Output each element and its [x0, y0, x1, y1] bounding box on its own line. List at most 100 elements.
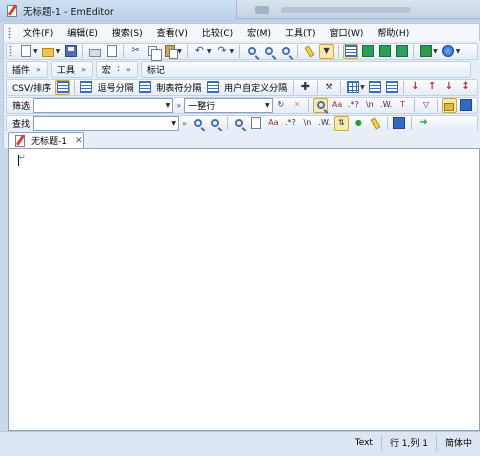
markers-label[interactable]: 标记 — [144, 63, 168, 76]
redo-button[interactable]: ↷ — [215, 44, 230, 59]
menu-edit[interactable]: 编辑(E) — [60, 26, 105, 39]
sort-numeric-asc-button[interactable]: ↓ — [442, 80, 457, 95]
paste-dropdown-icon[interactable]: ▼ — [177, 48, 182, 55]
columns-dropdown-icon[interactable]: ▼ — [360, 84, 365, 91]
sort-tool-button[interactable]: ⚒ — [322, 80, 337, 95]
menu-view[interactable]: 查看(V) — [150, 26, 195, 39]
plugins-overflow-chevron-icon[interactable]: » — [36, 65, 41, 74]
find-highlight-button[interactable]: ● — [351, 116, 366, 131]
filter-escape-button[interactable]: \n — [363, 98, 377, 113]
find-wrap-button[interactable]: ⇅ — [333, 115, 349, 131]
status-encoding[interactable]: 简体中 — [435, 434, 480, 451]
plugins-label[interactable]: 插件 — [9, 63, 33, 76]
filter-options-chevron-icon[interactable]: » — [176, 101, 181, 110]
sync-scroll-button[interactable] — [394, 44, 409, 59]
close-tab-icon[interactable]: ✕ — [75, 136, 83, 146]
macro-overflow-chevron-icon[interactable]: » — [126, 65, 131, 74]
csv-mode-button[interactable] — [343, 43, 359, 59]
new-file-button[interactable] — [18, 44, 33, 59]
find-previous-button[interactable] — [278, 44, 293, 59]
paste-button[interactable] — [162, 44, 178, 59]
print-button[interactable] — [87, 44, 102, 59]
find-button[interactable] — [244, 44, 259, 59]
filter-search-button[interactable] — [313, 97, 328, 113]
cut-button[interactable]: ✂ — [128, 44, 143, 59]
find-batch-button[interactable] — [392, 116, 407, 131]
filter-mode-dropdown-icon[interactable]: ▼ — [265, 102, 270, 109]
toolbar-grip-icon[interactable] — [9, 45, 12, 57]
compare-button[interactable] — [377, 44, 392, 59]
encoding-button[interactable] — [418, 44, 433, 59]
document-tab[interactable]: 无标题-1 ✕ — [8, 132, 84, 148]
menu-macros[interactable]: 宏(M) — [240, 26, 278, 39]
macro-label[interactable]: 宏 — [99, 63, 114, 76]
new-file-dropdown-icon[interactable]: ▼ — [33, 48, 38, 55]
undo-button[interactable]: ↶ — [192, 44, 207, 59]
find-next-toolbar-button[interactable] — [191, 116, 206, 131]
add-column-button[interactable]: ✚ — [298, 80, 313, 95]
undo-dropdown-icon[interactable]: ▼ — [207, 48, 212, 55]
find-input-dropdown-icon[interactable]: ▼ — [171, 120, 176, 127]
web-button[interactable] — [441, 44, 456, 59]
find-search-button[interactable] — [232, 116, 247, 131]
filter-match-case-button[interactable]: Aa — [330, 98, 344, 113]
menu-help[interactable]: 帮助(H) — [370, 26, 416, 39]
filter-input-dropdown-icon[interactable]: ▼ — [166, 102, 171, 109]
menu-window[interactable]: 窗口(W) — [323, 26, 371, 39]
csv-off-button[interactable] — [55, 79, 70, 95]
open-file-button[interactable] — [41, 44, 56, 59]
csv-sort-label[interactable]: CSV/排序 — [9, 81, 54, 94]
columns-button[interactable] — [345, 80, 360, 95]
filter-apply-button[interactable]: ↻ — [274, 98, 288, 113]
menu-search[interactable]: 搜索(S) — [105, 26, 150, 39]
find-prev-toolbar-button[interactable] — [208, 116, 223, 131]
find-marker-button[interactable] — [368, 116, 383, 131]
column-right-button[interactable] — [384, 80, 399, 95]
web-dropdown-icon[interactable]: ▼ — [456, 48, 461, 55]
find-escape-button[interactable]: \n — [300, 116, 315, 131]
filter-bookmark-button[interactable]: ▽ — [419, 98, 433, 113]
find-match-case-button[interactable]: Aa — [266, 116, 281, 131]
tools-label[interactable]: 工具 — [54, 63, 78, 76]
editor-area[interactable]: ↵ — [8, 148, 480, 431]
filter-clear-button[interactable]: ✕ — [290, 98, 304, 113]
filter-mode-select[interactable]: 一整行 ▼ — [184, 97, 273, 113]
print-preview-button[interactable] — [104, 44, 119, 59]
tab-separated-icon-button[interactable] — [138, 80, 153, 95]
find-go-button[interactable]: ➔ — [416, 116, 431, 131]
sort-numeric-desc-button[interactable]: ↕ — [458, 80, 473, 95]
filter-more-button[interactable] — [459, 98, 473, 113]
filter-lock-button[interactable] — [442, 97, 457, 113]
menubar-grip-icon[interactable] — [8, 26, 11, 39]
find-regex-button[interactable]: .*? — [283, 116, 298, 131]
filter-regex-button[interactable]: .*? — [346, 98, 360, 113]
user-separated-icon-button[interactable] — [205, 80, 220, 95]
tools-overflow-chevron-icon[interactable]: » — [81, 65, 86, 74]
menu-file[interactable]: 文件(F) — [16, 26, 60, 39]
status-position[interactable]: 行 1,列 1 — [380, 434, 436, 451]
status-mode[interactable]: Text — [347, 435, 381, 451]
comma-separated-button[interactable]: 逗号分隔 — [95, 81, 137, 94]
menu-tools[interactable]: 工具(T) — [278, 26, 323, 39]
column-left-button[interactable] — [368, 80, 383, 95]
user-separated-button[interactable]: 用户自定义分隔 — [221, 81, 290, 94]
copy-button[interactable] — [145, 44, 163, 61]
split-window-button[interactable] — [360, 44, 375, 59]
highlight-button[interactable] — [302, 44, 317, 59]
filter-whole-word-button[interactable]: .W. — [379, 98, 393, 113]
filter-toggle-button[interactable]: ▼ — [319, 43, 335, 59]
open-file-dropdown-icon[interactable]: ▼ — [56, 48, 61, 55]
find-options-chevron-icon[interactable]: » — [182, 119, 187, 128]
find-input[interactable]: ▼ — [33, 115, 179, 131]
filter-input[interactable]: ▼ — [33, 97, 174, 113]
tab-separated-button[interactable]: 制表符分隔 — [153, 81, 204, 94]
save-button[interactable] — [63, 44, 78, 59]
comma-separated-icon-button[interactable] — [79, 80, 94, 95]
find-whole-word-button[interactable]: .W. — [317, 116, 332, 131]
sort-descending-button[interactable]: ↑ — [425, 80, 440, 95]
filter-font-button[interactable]: T — [395, 98, 409, 113]
find-next-button[interactable] — [261, 44, 276, 59]
sort-ascending-button[interactable]: ↓ — [408, 80, 423, 95]
menu-compare[interactable]: 比较(C) — [195, 26, 240, 39]
redo-dropdown-icon[interactable]: ▼ — [230, 48, 235, 55]
